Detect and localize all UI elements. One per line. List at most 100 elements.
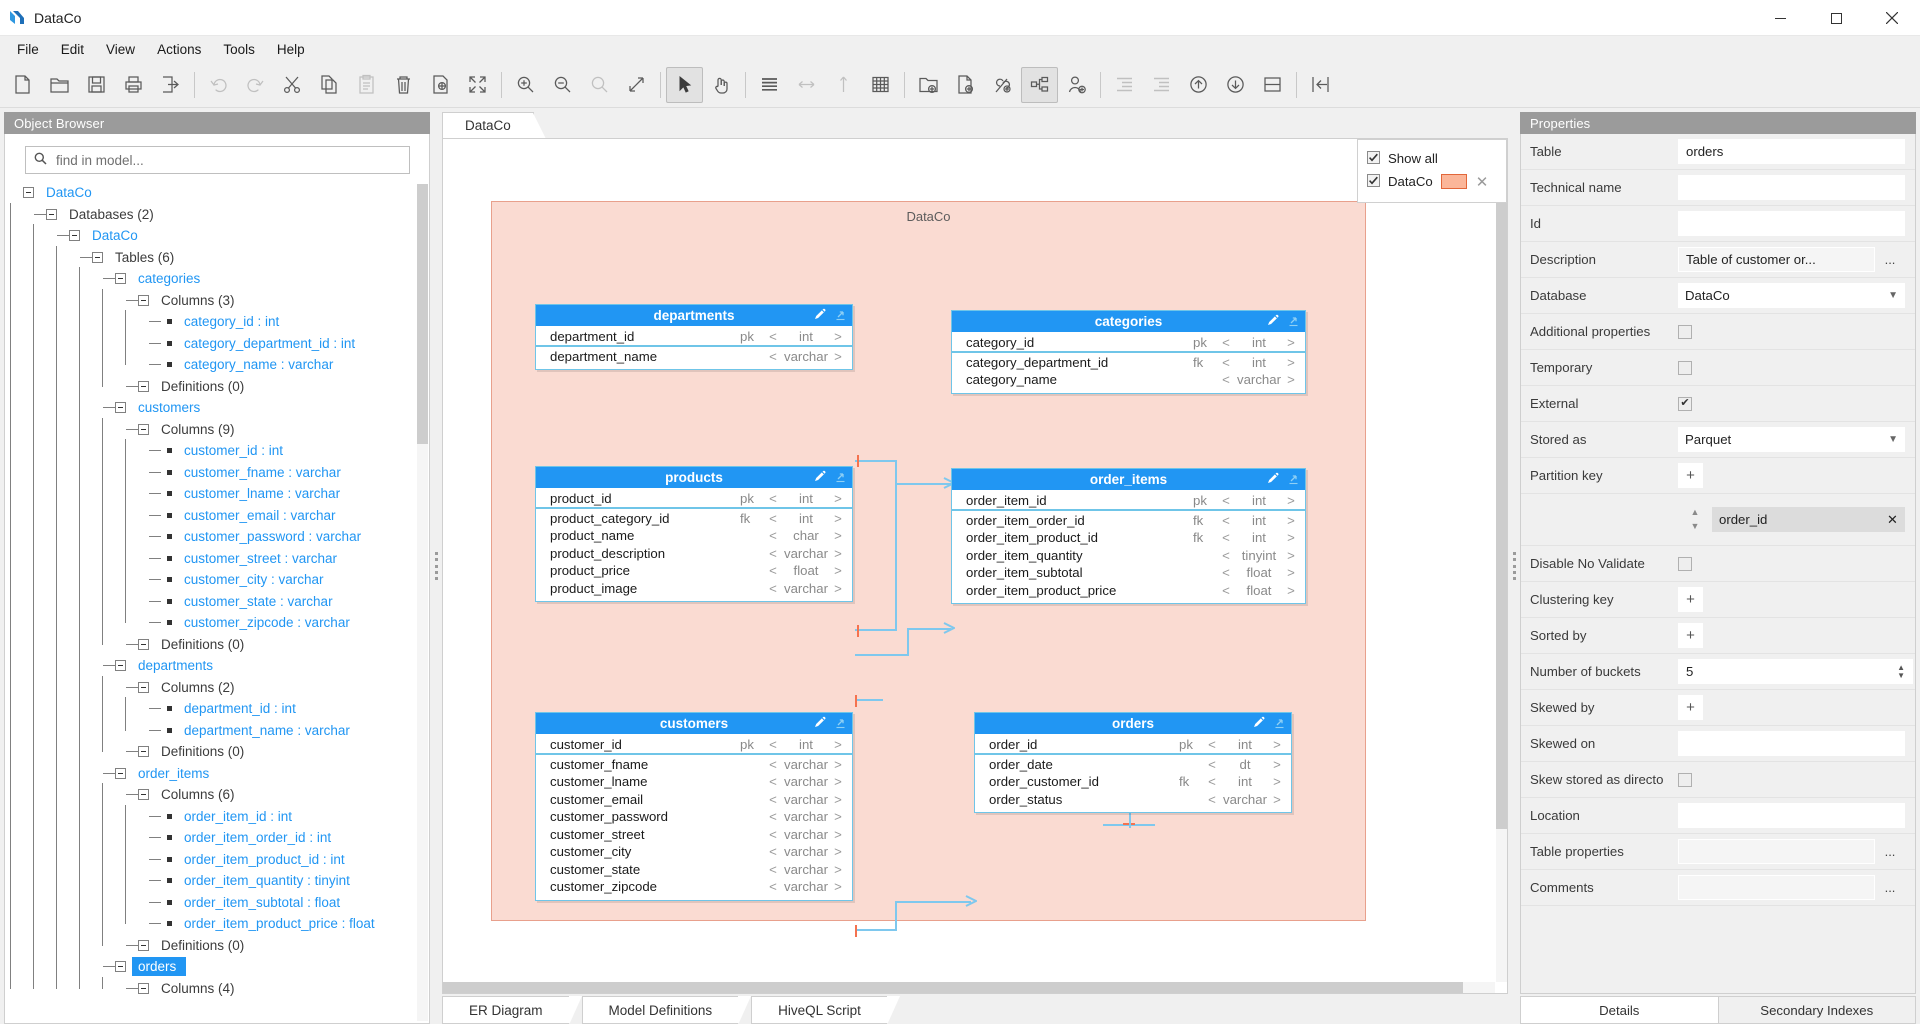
tree-node-order_items[interactable]: order_items — [23, 763, 429, 785]
property-checkbox-external[interactable] — [1678, 397, 1692, 411]
tree-leaf[interactable]: customer_fname : varchar — [23, 462, 429, 484]
tree-collapse-toggle[interactable] — [138, 424, 149, 435]
search-input[interactable] — [54, 152, 401, 169]
er-table-header[interactable]: products — [536, 467, 852, 488]
copy-icon[interactable] — [311, 67, 348, 103]
tree-node-definitions[interactable]: Definitions (0) — [23, 376, 429, 398]
tree-leaf[interactable]: customer_password : varchar — [23, 526, 429, 548]
tree-leaf[interactable]: order_item_product_price : float — [23, 913, 429, 935]
er-column-row[interactable]: department_name<varchar> — [536, 348, 852, 366]
tree-node-departments[interactable]: departments — [23, 655, 429, 677]
fit-to-screen-icon[interactable] — [459, 67, 496, 103]
properties-tab-secondary-indexes[interactable]: Secondary Indexes — [1719, 996, 1917, 1024]
tree-leaf[interactable]: order_item_subtotal : float — [23, 892, 429, 914]
tree-leaf[interactable]: customer_zipcode : varchar — [23, 612, 429, 634]
property-input-table-properties[interactable] — [1678, 839, 1875, 864]
grid-icon[interactable] — [862, 67, 899, 103]
property-checkbox-disable-no-validate[interactable] — [1678, 557, 1692, 571]
tree-collapse-toggle[interactable] — [115, 273, 126, 284]
tree-node-definitions[interactable]: Definitions (0) — [23, 935, 429, 957]
print-icon[interactable] — [115, 67, 152, 103]
tree-leaf[interactable]: order_item_quantity : tinyint — [23, 870, 429, 892]
property-checkbox-additional-properties[interactable] — [1678, 325, 1692, 339]
scrollbar-thumb[interactable] — [417, 184, 428, 444]
tree-node-columns[interactable]: Columns (4) — [23, 978, 429, 1000]
splitter-right[interactable] — [1508, 108, 1520, 1024]
tree-collapse-toggle[interactable] — [138, 746, 149, 757]
er-column-row[interactable]: order_item_subtotal<float> — [952, 564, 1305, 582]
canvas-vertical-scrollbar[interactable] — [1496, 139, 1507, 982]
menu-help[interactable]: Help — [266, 39, 316, 60]
move-up-icon[interactable]: ▲ — [1691, 509, 1700, 516]
partition-key-tag[interactable]: order_id✕ — [1712, 507, 1905, 532]
zoom-in-icon[interactable] — [507, 67, 544, 103]
er-column-row[interactable]: order_item_quantity<tinyint> — [952, 547, 1305, 565]
tree-leaf[interactable]: category_department_id : int — [23, 333, 429, 355]
er-column-row[interactable]: order_item_idpk<int> — [952, 493, 1305, 511]
pencil-icon[interactable] — [813, 307, 827, 324]
property-checkbox-skew-stored-as-directo[interactable] — [1678, 773, 1692, 787]
er-table-customers[interactable]: customerscustomer_idpk<int>customer_fnam… — [535, 712, 853, 901]
subject-area-icon[interactable] — [1021, 67, 1058, 103]
pencil-icon[interactable] — [813, 715, 827, 732]
spinner-down-icon[interactable]: ▼ — [1897, 672, 1905, 680]
pencil-icon[interactable] — [1266, 313, 1280, 330]
select-pointer-icon[interactable] — [666, 67, 703, 103]
property-input-location[interactable] — [1678, 803, 1905, 828]
er-column-row[interactable]: order_item_product_idfk<int> — [952, 529, 1305, 547]
canvas-horizontal-scrollbar[interactable] — [443, 982, 1495, 993]
er-column-row[interactable]: customer_email<varchar> — [536, 791, 852, 809]
properties-tab-details[interactable]: Details — [1520, 996, 1719, 1024]
expand-icon[interactable] — [834, 470, 847, 486]
er-table-header[interactable]: order_items — [952, 469, 1305, 490]
tree-node-definitions[interactable]: Definitions (0) — [23, 634, 429, 656]
split-view-icon[interactable] — [1254, 67, 1291, 103]
er-table-order_items[interactable]: order_itemsorder_item_idpk<int>order_ite… — [951, 468, 1306, 604]
er-column-row[interactable]: category_idpk<int> — [952, 335, 1305, 353]
tree-leaf[interactable]: category_id : int — [23, 311, 429, 333]
tree-node-columns[interactable]: Columns (2) — [23, 677, 429, 699]
maximize-button[interactable] — [1808, 0, 1864, 36]
tree-collapse-toggle[interactable] — [138, 682, 149, 693]
er-column-row[interactable]: order_idpk<int> — [975, 737, 1291, 755]
er-table-departments[interactable]: departmentsdepartment_idpk<int>departmen… — [535, 304, 853, 370]
er-column-row[interactable]: department_idpk<int> — [536, 329, 852, 347]
er-column-row[interactable]: category_department_idfk<int> — [952, 354, 1305, 372]
diagram-canvas[interactable]: DataCo departmentsdepartment_idpk<int>de… — [443, 139, 1507, 993]
er-column-row[interactable]: product_price<float> — [536, 562, 852, 580]
pencil-icon[interactable] — [813, 469, 827, 486]
er-column-row[interactable]: customer_state<varchar> — [536, 861, 852, 879]
property-more-button[interactable]: ... — [1875, 844, 1905, 859]
er-table-header[interactable]: categories — [952, 311, 1305, 332]
tree-leaf[interactable]: customer_id : int — [23, 440, 429, 462]
property-more-button[interactable]: ... — [1875, 252, 1905, 267]
splitter-left[interactable] — [430, 108, 442, 1024]
er-column-row[interactable]: order_item_order_idfk<int> — [952, 512, 1305, 530]
er-column-row[interactable]: product_image<varchar> — [536, 580, 852, 598]
tree-node-tables[interactable]: Tables (6) — [23, 247, 429, 269]
property-select-database[interactable]: DataCo▼ — [1678, 283, 1905, 308]
er-column-row[interactable]: customer_lname<varchar> — [536, 773, 852, 791]
tree-collapse-toggle[interactable] — [23, 187, 34, 198]
tree-leaf[interactable]: customer_lname : varchar — [23, 483, 429, 505]
bottom-tab-hiveql-script[interactable]: HiveQL Script — [751, 996, 888, 1024]
move-down-icon[interactable] — [1217, 67, 1254, 103]
property-input-comments[interactable] — [1678, 875, 1875, 900]
tree-leaf[interactable]: department_id : int — [23, 698, 429, 720]
partition-key-reorder[interactable]: ▲▼ — [1678, 509, 1712, 530]
er-table-categories[interactable]: categories category_idpk<int>category_dep… — [951, 310, 1306, 394]
tree-leaf[interactable]: customer_street : varchar — [23, 548, 429, 570]
open-folder-icon[interactable] — [41, 67, 78, 103]
new-file-icon[interactable] — [4, 67, 41, 103]
tree-node-columns[interactable]: Columns (9) — [23, 419, 429, 441]
legend-remove-icon[interactable]: ✕ — [1476, 173, 1489, 191]
er-column-row[interactable]: customer_idpk<int> — [536, 737, 852, 755]
tree-node-orders[interactable]: orders — [23, 956, 429, 978]
expand-icon[interactable] — [1287, 314, 1300, 330]
add-user-icon[interactable] — [1058, 67, 1095, 103]
cut-icon[interactable] — [274, 67, 311, 103]
tree-collapse-toggle[interactable] — [92, 252, 103, 263]
menu-actions[interactable]: Actions — [146, 39, 212, 60]
property-input-skewed-on[interactable] — [1678, 731, 1905, 756]
tree-leaf[interactable]: customer_state : varchar — [23, 591, 429, 613]
